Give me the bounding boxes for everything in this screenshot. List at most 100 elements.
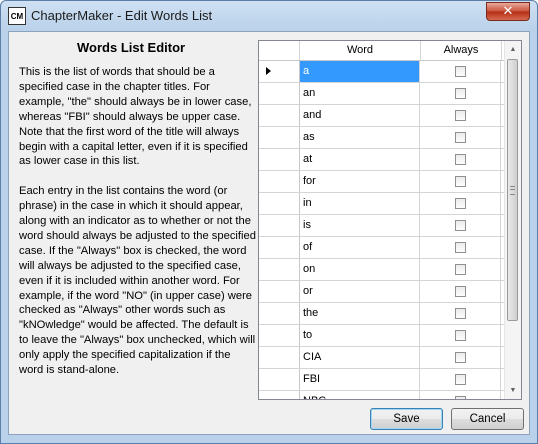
grid-vertical-scrollbar[interactable]: ▲ ▼ (504, 41, 521, 399)
always-cell (420, 171, 501, 192)
row-header[interactable] (259, 127, 300, 148)
table-row[interactable]: CIA (259, 347, 506, 369)
always-cell (420, 325, 501, 346)
always-cell (420, 347, 501, 368)
always-checkbox[interactable] (454, 220, 466, 231)
always-checkbox[interactable] (454, 308, 466, 319)
word-cell[interactable]: NBC (300, 391, 420, 399)
always-checkbox[interactable] (454, 88, 466, 99)
row-header[interactable] (259, 215, 300, 236)
scroll-down-arrow-icon[interactable]: ▼ (505, 382, 521, 399)
window-title: ChapterMaker - Edit Words List (31, 8, 213, 23)
always-checkbox[interactable] (454, 132, 466, 143)
column-header-word[interactable]: Word (300, 41, 421, 60)
cancel-button[interactable]: Cancel (451, 408, 524, 430)
always-cell (420, 149, 501, 170)
editor-heading: Words List Editor (77, 40, 186, 55)
scrollbar-thumb[interactable] (507, 59, 518, 321)
word-cell[interactable]: FBI (300, 369, 420, 390)
table-row[interactable]: an (259, 83, 506, 105)
words-grid[interactable]: Word Always a an and as at for in is of on or the to… (258, 40, 522, 400)
row-header[interactable] (259, 325, 300, 346)
scroll-up-arrow-icon[interactable]: ▲ (505, 41, 521, 58)
always-cell (420, 391, 501, 399)
always-checkbox[interactable] (454, 264, 466, 275)
always-checkbox[interactable] (454, 198, 466, 209)
always-cell (420, 281, 501, 302)
always-cell (420, 83, 501, 104)
row-header[interactable] (259, 259, 300, 280)
word-cell[interactable]: as (300, 127, 420, 148)
always-checkbox[interactable] (454, 242, 466, 253)
row-header[interactable] (259, 237, 300, 258)
always-cell (420, 237, 501, 258)
word-cell[interactable]: is (300, 215, 420, 236)
word-cell[interactable]: at (300, 149, 420, 170)
table-row[interactable]: NBC (259, 391, 506, 399)
always-cell (420, 105, 501, 126)
word-cell[interactable]: for (300, 171, 420, 192)
current-row-arrow-icon (266, 67, 271, 75)
table-row[interactable]: the (259, 303, 506, 325)
word-cell[interactable]: the (300, 303, 420, 324)
word-cell[interactable]: a (300, 61, 420, 82)
word-cell[interactable]: of (300, 237, 420, 258)
grid-corner-header[interactable] (259, 41, 300, 60)
always-checkbox[interactable] (454, 286, 466, 297)
word-cell[interactable]: an (300, 83, 420, 104)
table-row[interactable]: at (259, 149, 506, 171)
always-checkbox[interactable] (454, 66, 466, 77)
always-cell (420, 193, 501, 214)
always-checkbox[interactable] (454, 374, 466, 385)
table-row[interactable]: for (259, 171, 506, 193)
row-header[interactable] (259, 281, 300, 302)
save-button[interactable]: Save (370, 408, 443, 430)
row-header[interactable] (259, 61, 300, 82)
table-row[interactable]: as (259, 127, 506, 149)
table-row[interactable]: and (259, 105, 506, 127)
row-header[interactable] (259, 83, 300, 104)
dialog-body: Words List Editor This is the list of wo… (8, 31, 530, 435)
row-header[interactable] (259, 193, 300, 214)
table-row[interactable]: is (259, 215, 506, 237)
row-header[interactable] (259, 105, 300, 126)
always-checkbox[interactable] (454, 110, 466, 121)
word-cell[interactable]: in (300, 193, 420, 214)
word-cell[interactable]: and (300, 105, 420, 126)
row-header[interactable] (259, 347, 300, 368)
always-cell (420, 369, 501, 390)
word-cell[interactable]: CIA (300, 347, 420, 368)
always-cell (420, 259, 501, 280)
always-cell (420, 127, 501, 148)
always-checkbox[interactable] (454, 352, 466, 363)
table-row[interactable]: or (259, 281, 506, 303)
row-header[interactable] (259, 391, 300, 399)
table-row[interactable]: on (259, 259, 506, 281)
always-checkbox[interactable] (454, 330, 466, 341)
always-checkbox[interactable] (454, 176, 466, 187)
table-row[interactable]: a (259, 61, 506, 83)
always-checkbox[interactable] (454, 154, 466, 165)
always-cell (420, 303, 501, 324)
title-bar[interactable]: CM ChapterMaker - Edit Words List ✕ (1, 1, 537, 31)
table-row[interactable]: in (259, 193, 506, 215)
word-cell[interactable]: on (300, 259, 420, 280)
table-row[interactable]: of (259, 237, 506, 259)
app-icon[interactable]: CM (8, 7, 26, 25)
editor-description: This is the list of words that should be… (19, 65, 257, 393)
row-header[interactable] (259, 149, 300, 170)
table-row[interactable]: to (259, 325, 506, 347)
app-window: CM ChapterMaker - Edit Words List ✕ Word… (0, 0, 538, 444)
word-cell[interactable]: to (300, 325, 420, 346)
table-row[interactable]: FBI (259, 369, 506, 391)
close-button[interactable]: ✕ (486, 2, 530, 21)
description-paragraph: This is the list of words that should be… (19, 66, 252, 168)
description-paragraph: Each entry in the list contains the word… (19, 185, 256, 377)
always-checkbox[interactable] (454, 396, 466, 399)
word-cell[interactable]: or (300, 281, 420, 302)
row-header[interactable] (259, 303, 300, 324)
column-header-always[interactable]: Always (421, 41, 502, 60)
always-cell (420, 61, 501, 82)
row-header[interactable] (259, 369, 300, 390)
row-header[interactable] (259, 171, 300, 192)
